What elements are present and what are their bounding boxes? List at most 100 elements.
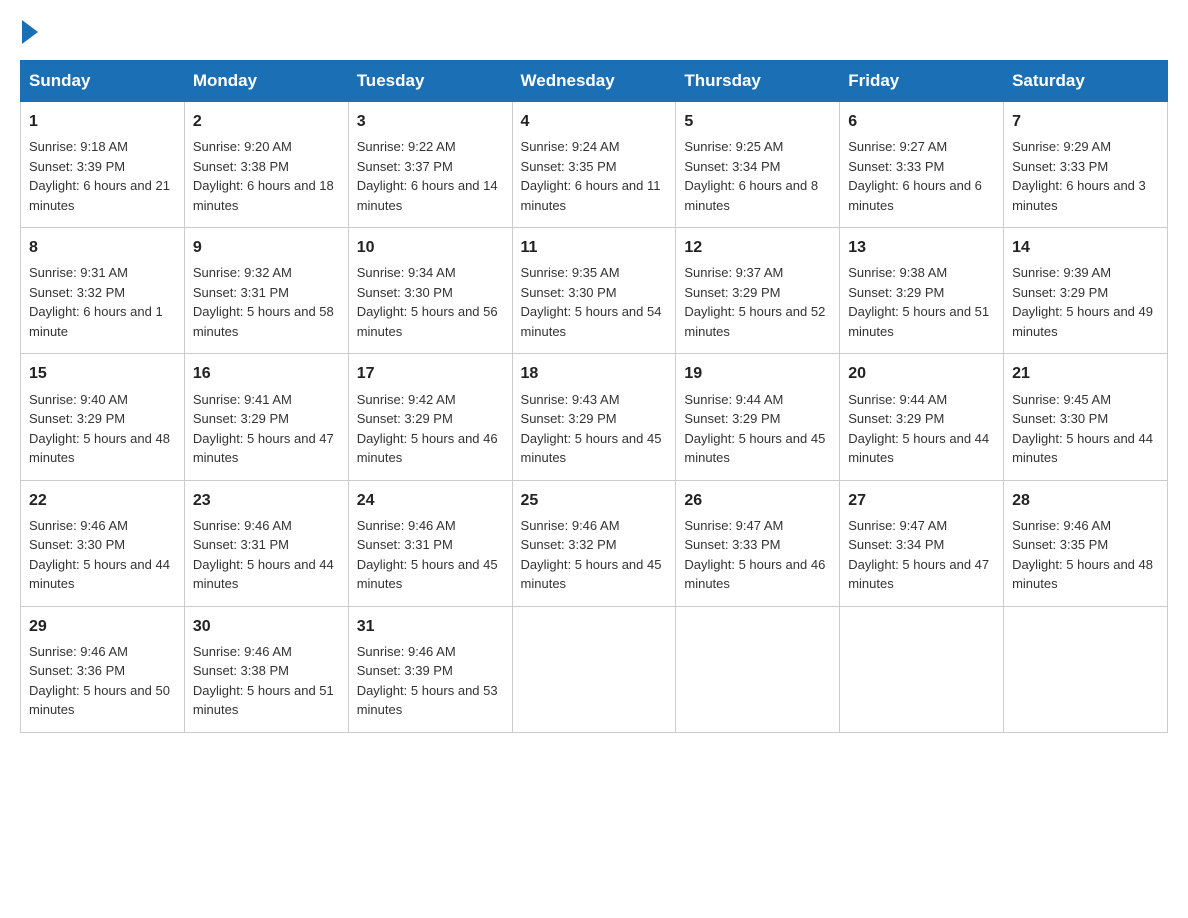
day-info: Sunrise: 9:25 AMSunset: 3:34 PMDaylight:… — [684, 137, 831, 215]
day-info: Sunrise: 9:46 AMSunset: 3:39 PMDaylight:… — [357, 642, 504, 720]
day-number: 13 — [848, 236, 995, 259]
calendar-cell: 18 Sunrise: 9:43 AMSunset: 3:29 PMDayligh… — [512, 354, 676, 480]
calendar-cell — [676, 606, 840, 732]
day-number: 25 — [521, 489, 668, 512]
day-number: 9 — [193, 236, 340, 259]
day-info: Sunrise: 9:46 AMSunset: 3:31 PMDaylight:… — [357, 516, 504, 594]
calendar-cell — [512, 606, 676, 732]
day-number: 18 — [521, 362, 668, 385]
day-number: 28 — [1012, 489, 1159, 512]
day-number: 5 — [684, 110, 831, 133]
day-number: 20 — [848, 362, 995, 385]
calendar-cell: 15 Sunrise: 9:40 AMSunset: 3:29 PMDayligh… — [21, 354, 185, 480]
day-info: Sunrise: 9:44 AMSunset: 3:29 PMDaylight:… — [684, 390, 831, 468]
calendar-cell: 25 Sunrise: 9:46 AMSunset: 3:32 PMDayligh… — [512, 480, 676, 606]
day-number: 15 — [29, 362, 176, 385]
day-number: 17 — [357, 362, 504, 385]
day-info: Sunrise: 9:20 AMSunset: 3:38 PMDaylight:… — [193, 137, 340, 215]
day-info: Sunrise: 9:45 AMSunset: 3:30 PMDaylight:… — [1012, 390, 1159, 468]
calendar-cell — [840, 606, 1004, 732]
calendar-table: SundayMondayTuesdayWednesdayThursdayFrid… — [20, 60, 1168, 733]
calendar-cell: 28 Sunrise: 9:46 AMSunset: 3:35 PMDayligh… — [1004, 480, 1168, 606]
day-number: 8 — [29, 236, 176, 259]
day-number: 23 — [193, 489, 340, 512]
calendar-cell: 13 Sunrise: 9:38 AMSunset: 3:29 PMDayligh… — [840, 228, 1004, 354]
calendar-cell: 27Sunrise: 9:47 AMSunset: 3:34 PMDayligh… — [840, 480, 1004, 606]
weekday-header-monday: Monday — [184, 61, 348, 102]
calendar-cell: 11 Sunrise: 9:35 AMSunset: 3:30 PMDayligh… — [512, 228, 676, 354]
day-info: Sunrise: 9:43 AMSunset: 3:29 PMDaylight:… — [521, 390, 668, 468]
calendar-cell: 26 Sunrise: 9:47 AMSunset: 3:33 PMDayligh… — [676, 480, 840, 606]
calendar-week-row: 8 Sunrise: 9:31 AMSunset: 3:32 PMDaylight… — [21, 228, 1168, 354]
calendar-week-row: 29Sunrise: 9:46 AMSunset: 3:36 PMDayligh… — [21, 606, 1168, 732]
calendar-cell: 9 Sunrise: 9:32 AMSunset: 3:31 PMDaylight… — [184, 228, 348, 354]
weekday-header-wednesday: Wednesday — [512, 61, 676, 102]
day-info: Sunrise: 9:46 AMSunset: 3:31 PMDaylight:… — [193, 516, 340, 594]
calendar-cell: 29Sunrise: 9:46 AMSunset: 3:36 PMDayligh… — [21, 606, 185, 732]
day-info: Sunrise: 9:38 AMSunset: 3:29 PMDaylight:… — [848, 263, 995, 341]
day-number: 1 — [29, 110, 176, 133]
logo-arrow-icon — [22, 20, 38, 44]
calendar-cell: 8 Sunrise: 9:31 AMSunset: 3:32 PMDaylight… — [21, 228, 185, 354]
day-info: Sunrise: 9:22 AMSunset: 3:37 PMDaylight:… — [357, 137, 504, 215]
day-number: 22 — [29, 489, 176, 512]
day-number: 7 — [1012, 110, 1159, 133]
day-number: 24 — [357, 489, 504, 512]
calendar-cell: 14 Sunrise: 9:39 AMSunset: 3:29 PMDayligh… — [1004, 228, 1168, 354]
day-info: Sunrise: 9:31 AMSunset: 3:32 PMDaylight:… — [29, 263, 176, 341]
weekday-header-tuesday: Tuesday — [348, 61, 512, 102]
day-info: Sunrise: 9:35 AMSunset: 3:30 PMDaylight:… — [521, 263, 668, 341]
day-number: 26 — [684, 489, 831, 512]
day-info: Sunrise: 9:29 AMSunset: 3:33 PMDaylight:… — [1012, 137, 1159, 215]
calendar-week-row: 15 Sunrise: 9:40 AMSunset: 3:29 PMDayligh… — [21, 354, 1168, 480]
day-info: Sunrise: 9:24 AMSunset: 3:35 PMDaylight:… — [521, 137, 668, 215]
calendar-cell: 30Sunrise: 9:46 AMSunset: 3:38 PMDayligh… — [184, 606, 348, 732]
day-info: Sunrise: 9:40 AMSunset: 3:29 PMDaylight:… — [29, 390, 176, 468]
calendar-cell: 23 Sunrise: 9:46 AMSunset: 3:31 PMDayligh… — [184, 480, 348, 606]
day-number: 14 — [1012, 236, 1159, 259]
calendar-cell: 16Sunrise: 9:41 AMSunset: 3:29 PMDayligh… — [184, 354, 348, 480]
day-info: Sunrise: 9:46 AMSunset: 3:35 PMDaylight:… — [1012, 516, 1159, 594]
weekday-header-saturday: Saturday — [1004, 61, 1168, 102]
day-number: 21 — [1012, 362, 1159, 385]
day-number: 11 — [521, 236, 668, 259]
day-number: 12 — [684, 236, 831, 259]
logo — [20, 20, 40, 44]
page-header — [20, 20, 1168, 44]
weekday-header-friday: Friday — [840, 61, 1004, 102]
calendar-cell — [1004, 606, 1168, 732]
calendar-cell: 10Sunrise: 9:34 AMSunset: 3:30 PMDayligh… — [348, 228, 512, 354]
calendar-cell: 4 Sunrise: 9:24 AMSunset: 3:35 PMDaylight… — [512, 102, 676, 228]
day-info: Sunrise: 9:46 AMSunset: 3:36 PMDaylight:… — [29, 642, 176, 720]
calendar-cell: 2 Sunrise: 9:20 AMSunset: 3:38 PMDaylight… — [184, 102, 348, 228]
day-info: Sunrise: 9:46 AMSunset: 3:30 PMDaylight:… — [29, 516, 176, 594]
calendar-cell: 20 Sunrise: 9:44 AMSunset: 3:29 PMDayligh… — [840, 354, 1004, 480]
day-number: 6 — [848, 110, 995, 133]
calendar-cell: 7 Sunrise: 9:29 AMSunset: 3:33 PMDaylight… — [1004, 102, 1168, 228]
calendar-cell: 17 Sunrise: 9:42 AMSunset: 3:29 PMDayligh… — [348, 354, 512, 480]
calendar-cell: 19 Sunrise: 9:44 AMSunset: 3:29 PMDayligh… — [676, 354, 840, 480]
calendar-week-row: 22 Sunrise: 9:46 AMSunset: 3:30 PMDayligh… — [21, 480, 1168, 606]
day-info: Sunrise: 9:32 AMSunset: 3:31 PMDaylight:… — [193, 263, 340, 341]
day-info: Sunrise: 9:47 AMSunset: 3:33 PMDaylight:… — [684, 516, 831, 594]
calendar-cell: 3Sunrise: 9:22 AMSunset: 3:37 PMDaylight… — [348, 102, 512, 228]
day-info: Sunrise: 9:37 AMSunset: 3:29 PMDaylight:… — [684, 263, 831, 341]
day-number: 4 — [521, 110, 668, 133]
day-info: Sunrise: 9:39 AMSunset: 3:29 PMDaylight:… — [1012, 263, 1159, 341]
weekday-header-row: SundayMondayTuesdayWednesdayThursdayFrid… — [21, 61, 1168, 102]
day-info: Sunrise: 9:46 AMSunset: 3:32 PMDaylight:… — [521, 516, 668, 594]
day-info: Sunrise: 9:27 AMSunset: 3:33 PMDaylight:… — [848, 137, 995, 215]
day-info: Sunrise: 9:42 AMSunset: 3:29 PMDaylight:… — [357, 390, 504, 468]
day-number: 31 — [357, 615, 504, 638]
calendar-cell: 12 Sunrise: 9:37 AMSunset: 3:29 PMDayligh… — [676, 228, 840, 354]
day-info: Sunrise: 9:44 AMSunset: 3:29 PMDaylight:… — [848, 390, 995, 468]
calendar-cell: 1 Sunrise: 9:18 AMSunset: 3:39 PMDaylight… — [21, 102, 185, 228]
calendar-week-row: 1 Sunrise: 9:18 AMSunset: 3:39 PMDaylight… — [21, 102, 1168, 228]
day-info: Sunrise: 9:46 AMSunset: 3:38 PMDaylight:… — [193, 642, 340, 720]
day-info: Sunrise: 9:41 AMSunset: 3:29 PMDaylight:… — [193, 390, 340, 468]
calendar-cell: 21 Sunrise: 9:45 AMSunset: 3:30 PMDayligh… — [1004, 354, 1168, 480]
day-info: Sunrise: 9:18 AMSunset: 3:39 PMDaylight:… — [29, 137, 176, 215]
day-number: 19 — [684, 362, 831, 385]
day-info: Sunrise: 9:34 AMSunset: 3:30 PMDaylight:… — [357, 263, 504, 341]
day-number: 2 — [193, 110, 340, 133]
